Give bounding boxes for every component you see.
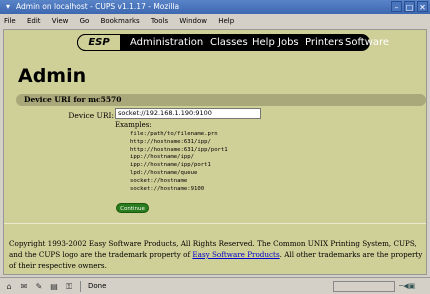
nav-help[interactable]: Help [252, 34, 275, 51]
menu-bar: File Edit View Go Bookmarks Tools Window… [0, 14, 430, 28]
nav-classes[interactable]: Classes [210, 34, 248, 51]
menu-view[interactable]: View [52, 17, 69, 25]
security-icon: ⚿ [65, 282, 73, 291]
menu-edit[interactable]: Edit [27, 17, 41, 25]
example-item: ipp://hostname/ipp/ [130, 154, 194, 161]
device-uri-input[interactable]: socket://192.168.1.190:9100 [115, 108, 261, 119]
mail-icon[interactable]: ✉ [19, 282, 29, 292]
menu-bookmarks[interactable]: Bookmarks [101, 17, 140, 25]
example-item: socket://hostname [130, 177, 188, 184]
nav-printers[interactable]: Printers [305, 34, 343, 51]
online-status-icon: ─◀▣ [399, 282, 416, 290]
window-title: Admin on localhost - CUPS v1.1.17 - Mozi… [16, 2, 180, 11]
page-viewport: ESP Administration Classes Help Jobs Pri… [3, 29, 427, 275]
footer-copyright: Copyright 1993-2002 Easy Software Produc… [9, 238, 425, 271]
continue-button[interactable]: Continue [116, 203, 149, 213]
examples-label: Examples: [115, 121, 152, 129]
easy-software-link[interactable]: Easy Software Products [192, 250, 279, 259]
example-item: http://hostname:631/ipp/port1 [130, 146, 228, 153]
navigator-icon[interactable]: ⌂ [4, 282, 14, 292]
status-text: Done [88, 282, 107, 290]
section-header: Device URI for mc5570 [16, 94, 426, 106]
cups-navbar: ESP Administration Classes Help Jobs Pri… [77, 34, 389, 51]
examples-list: file:/path/to/filename.prn http://hostna… [130, 131, 228, 193]
maximize-icon[interactable]: □ [404, 1, 415, 12]
status-bar: ⌂ ✉ ✎ ▤ ⚿ Done ─◀▣ [0, 277, 430, 294]
addressbook-icon[interactable]: ▤ [49, 282, 59, 292]
nav-jobs[interactable]: Jobs [278, 34, 299, 51]
example-item: file:/path/to/filename.prn [130, 131, 218, 137]
menu-window[interactable]: Window [179, 17, 207, 25]
nav-administration[interactable]: Administration [130, 34, 203, 51]
page-title: Admin [18, 65, 87, 87]
example-item: ipp://hostname/ipp/port1 [130, 162, 211, 169]
esp-logo[interactable]: ESP [77, 34, 121, 51]
status-separator [80, 281, 81, 292]
window-titlebar: ▾ Admin on localhost - CUPS v1.1.17 - Mo… [0, 0, 430, 14]
progress-box [333, 281, 395, 292]
menu-tools[interactable]: Tools [151, 17, 168, 25]
example-item: lpd://hostname/queue [130, 169, 198, 176]
menu-help[interactable]: Help [218, 17, 234, 25]
device-uri-label: Device URI: [68, 111, 114, 120]
menu-file[interactable]: File [4, 17, 16, 25]
minimize-icon[interactable]: – [391, 1, 402, 12]
composer-icon[interactable]: ✎ [34, 282, 44, 292]
close-icon[interactable]: ✕ [417, 1, 428, 12]
nav-software[interactable]: Software [345, 34, 389, 51]
divider [4, 223, 426, 224]
example-item: http://hostname:631/ipp/ [130, 138, 211, 145]
example-item: socket://hostname:9100 [130, 185, 205, 192]
menu-go[interactable]: Go [80, 17, 90, 25]
window-menu-icon[interactable]: ▾ [3, 2, 13, 12]
